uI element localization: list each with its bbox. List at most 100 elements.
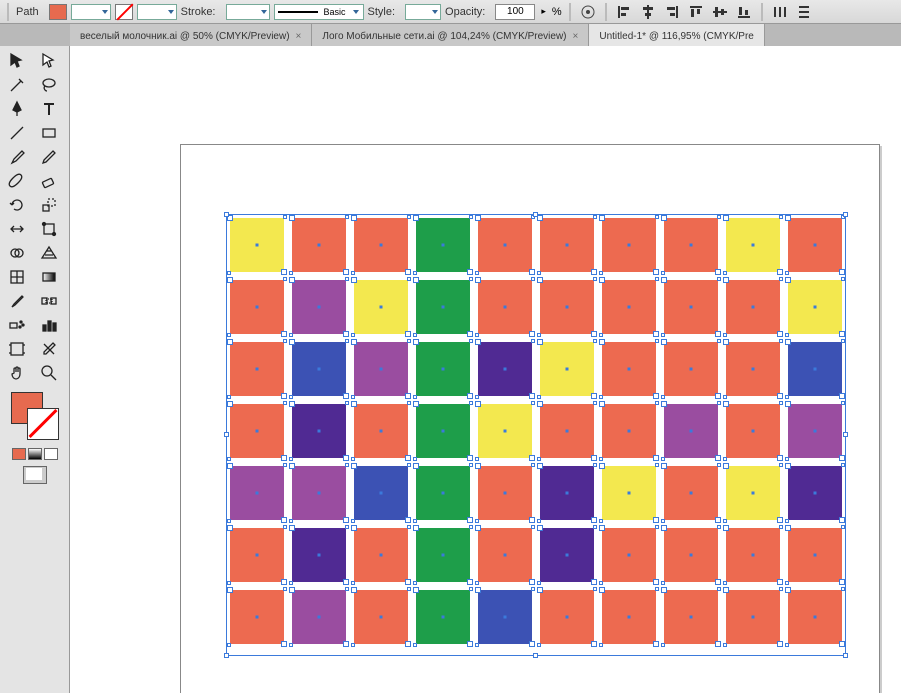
gradient-tool-icon[interactable] xyxy=(36,266,62,288)
square-shape[interactable] xyxy=(664,590,718,644)
square-shape[interactable] xyxy=(416,528,470,582)
eyedropper-tool-icon[interactable] xyxy=(4,290,30,312)
square-shape[interactable] xyxy=(602,404,656,458)
distribute-h-icon[interactable] xyxy=(770,3,790,21)
selected-squares-grid[interactable] xyxy=(230,218,842,652)
align-top-icon[interactable] xyxy=(686,3,706,21)
square-shape[interactable] xyxy=(292,404,346,458)
document-tab[interactable]: Untitled-1* @ 116,95% (CMYK/Pre xyxy=(589,24,764,46)
symbol-sprayer-tool-icon[interactable] xyxy=(4,314,30,336)
square-shape[interactable] xyxy=(540,466,594,520)
square-shape[interactable] xyxy=(478,528,532,582)
canvas[interactable] xyxy=(70,46,901,693)
square-shape[interactable] xyxy=(602,466,656,520)
square-shape[interactable] xyxy=(416,280,470,334)
distribute-v-icon[interactable] xyxy=(794,3,814,21)
square-shape[interactable] xyxy=(478,590,532,644)
opacity-input[interactable]: 100 xyxy=(495,4,535,20)
square-shape[interactable] xyxy=(788,404,842,458)
square-shape[interactable] xyxy=(726,590,780,644)
square-shape[interactable] xyxy=(664,280,718,334)
square-shape[interactable] xyxy=(292,590,346,644)
square-shape[interactable] xyxy=(664,342,718,396)
square-shape[interactable] xyxy=(230,466,284,520)
square-shape[interactable] xyxy=(788,280,842,334)
square-shape[interactable] xyxy=(478,218,532,272)
square-shape[interactable] xyxy=(540,218,594,272)
direct-selection-tool-icon[interactable] xyxy=(36,50,62,72)
square-shape[interactable] xyxy=(540,342,594,396)
hand-tool-icon[interactable] xyxy=(4,362,30,384)
square-shape[interactable] xyxy=(726,218,780,272)
gradient-mode-icon[interactable] xyxy=(28,448,42,460)
perspective-grid-tool-icon[interactable] xyxy=(36,242,62,264)
square-shape[interactable] xyxy=(354,528,408,582)
square-shape[interactable] xyxy=(478,280,532,334)
fill-dropdown[interactable] xyxy=(71,4,111,20)
magic-wand-tool-icon[interactable] xyxy=(4,74,30,96)
lasso-tool-icon[interactable] xyxy=(36,74,62,96)
screen-mode-icon[interactable] xyxy=(23,466,47,484)
square-shape[interactable] xyxy=(416,342,470,396)
square-shape[interactable] xyxy=(726,342,780,396)
shape-builder-tool-icon[interactable] xyxy=(4,242,30,264)
square-shape[interactable] xyxy=(354,218,408,272)
selection-tool-icon[interactable] xyxy=(4,50,30,72)
fill-stroke-swap[interactable] xyxy=(7,392,63,440)
color-mode-icon[interactable] xyxy=(12,448,26,460)
close-icon[interactable]: × xyxy=(296,31,302,42)
pencil-tool-icon[interactable] xyxy=(36,146,62,168)
square-shape[interactable] xyxy=(788,466,842,520)
recolor-icon[interactable] xyxy=(578,3,598,21)
square-shape[interactable] xyxy=(292,218,346,272)
document-tab[interactable]: Лого Мобильные сети.ai @ 104,24% (CMYK/P… xyxy=(312,24,589,46)
square-shape[interactable] xyxy=(788,528,842,582)
square-shape[interactable] xyxy=(354,466,408,520)
square-shape[interactable] xyxy=(354,404,408,458)
line-tool-icon[interactable] xyxy=(4,122,30,144)
type-tool-icon[interactable] xyxy=(36,98,62,120)
square-shape[interactable] xyxy=(602,590,656,644)
square-shape[interactable] xyxy=(602,528,656,582)
square-shape[interactable] xyxy=(540,404,594,458)
align-hcenter-icon[interactable] xyxy=(638,3,658,21)
square-shape[interactable] xyxy=(416,466,470,520)
square-shape[interactable] xyxy=(602,280,656,334)
square-shape[interactable] xyxy=(664,404,718,458)
free-transform-tool-icon[interactable] xyxy=(36,218,62,240)
square-shape[interactable] xyxy=(230,404,284,458)
stroke-weight-dropdown[interactable] xyxy=(226,4,270,20)
rectangle-tool-icon[interactable] xyxy=(36,122,62,144)
square-shape[interactable] xyxy=(478,342,532,396)
document-tab[interactable]: веселый молочник.ai @ 50% (CMYK/Preview)… xyxy=(70,24,312,46)
none-mode-icon[interactable] xyxy=(44,448,58,460)
fill-swatch[interactable] xyxy=(49,4,67,20)
square-shape[interactable] xyxy=(540,528,594,582)
square-shape[interactable] xyxy=(230,528,284,582)
square-shape[interactable] xyxy=(540,590,594,644)
square-shape[interactable] xyxy=(354,590,408,644)
square-shape[interactable] xyxy=(602,218,656,272)
square-shape[interactable] xyxy=(726,528,780,582)
blend-tool-icon[interactable] xyxy=(36,290,62,312)
square-shape[interactable] xyxy=(292,466,346,520)
mesh-tool-icon[interactable] xyxy=(4,266,30,288)
square-shape[interactable] xyxy=(726,280,780,334)
align-right-icon[interactable] xyxy=(662,3,682,21)
square-shape[interactable] xyxy=(416,590,470,644)
pen-tool-icon[interactable] xyxy=(4,98,30,120)
zoom-tool-icon[interactable] xyxy=(36,362,62,384)
align-bottom-icon[interactable] xyxy=(734,3,754,21)
scale-tool-icon[interactable] xyxy=(36,194,62,216)
square-shape[interactable] xyxy=(416,404,470,458)
square-shape[interactable] xyxy=(664,466,718,520)
square-shape[interactable] xyxy=(726,404,780,458)
rotate-tool-icon[interactable] xyxy=(4,194,30,216)
blob-brush-tool-icon[interactable] xyxy=(4,170,30,192)
align-left-icon[interactable] xyxy=(614,3,634,21)
square-shape[interactable] xyxy=(478,404,532,458)
stroke-swatch[interactable] xyxy=(115,4,133,20)
column-graph-tool-icon[interactable] xyxy=(36,314,62,336)
eraser-tool-icon[interactable] xyxy=(36,170,62,192)
square-shape[interactable] xyxy=(292,342,346,396)
